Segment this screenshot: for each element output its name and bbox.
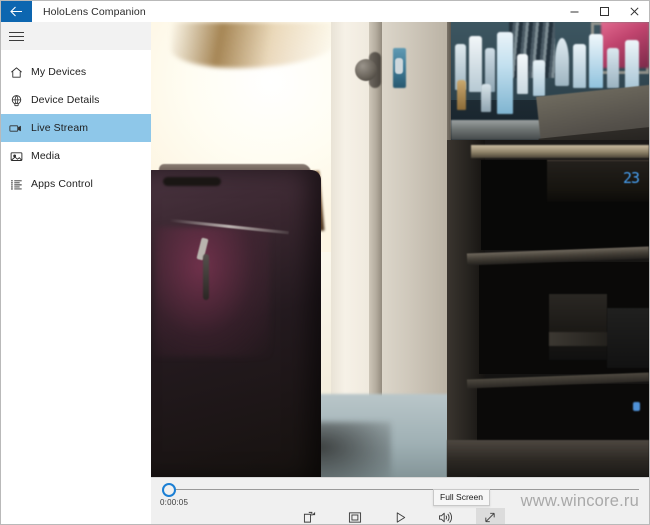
video-suitcase-sheen (155, 227, 270, 357)
video-door-latch-tab (395, 58, 403, 74)
video-cabinet-lip (471, 145, 649, 158)
seek-thumb[interactable] (162, 483, 176, 497)
back-button[interactable] (1, 1, 32, 22)
cast-button[interactable] (296, 508, 325, 524)
video-bottle (533, 60, 545, 96)
sidebar-item-live-stream[interactable]: Live Stream (1, 114, 151, 142)
minimize-button[interactable] (559, 1, 589, 22)
hamburger-menu-button[interactable] (1, 22, 151, 50)
fullscreen-icon (483, 511, 497, 524)
volume-icon (438, 511, 453, 524)
video-bottle (555, 38, 569, 86)
play-icon (394, 511, 407, 524)
device-info-icon (1, 94, 31, 107)
list-icon (1, 178, 31, 191)
sidebar-spacer (1, 50, 151, 58)
elapsed-time: 0:00:05 (160, 498, 189, 507)
maximize-button[interactable] (589, 1, 619, 22)
back-arrow-icon (10, 6, 23, 17)
cast-icon (303, 511, 317, 524)
sidebar-item-apps-control[interactable]: Apps Control (1, 170, 151, 198)
video-secondary-device (607, 308, 649, 368)
close-button[interactable] (619, 1, 649, 22)
watermark-text: www.wincore.ru (520, 492, 639, 510)
home-icon (1, 66, 31, 79)
volume-button[interactable] (431, 508, 460, 524)
fullscreen-tooltip: Full Screen (433, 489, 490, 506)
video-door-knob (355, 59, 377, 81)
video-bottle (469, 36, 482, 92)
video-bottle (589, 34, 603, 88)
video-suitcase-handle (163, 177, 221, 186)
video-device-led (633, 402, 640, 411)
navigation-sidebar: My Devices Device Details Live Stream Me… (1, 22, 151, 524)
title-bar: HoloLens Companion (1, 1, 649, 22)
fullscreen-button[interactable] (475, 508, 505, 524)
hamburger-icon (9, 31, 24, 41)
live-stream-video[interactable]: 23 (151, 22, 649, 477)
video-camera-icon (1, 122, 31, 135)
video-bottle (481, 84, 491, 112)
hololens-companion-window: HoloLens Companion My Devices Device Det… (0, 0, 650, 525)
sidebar-item-label: Live Stream (31, 122, 89, 134)
video-clock-display: 23 (623, 169, 640, 187)
sidebar-item-label: My Devices (31, 66, 87, 78)
sidebar-item-label: Apps Control (31, 178, 93, 190)
video-bottle (517, 54, 528, 94)
window-title: HoloLens Companion (43, 5, 146, 18)
video-striped-curtain (509, 22, 555, 78)
video-bottle (573, 44, 586, 88)
video-bottom-drawer (447, 440, 649, 477)
sidebar-item-my-devices[interactable]: My Devices (1, 58, 151, 86)
player-control-bar: 0:00:05 Full Screen www.wincore.ru (151, 477, 649, 524)
video-bottle (497, 32, 513, 114)
video-suitcase-strap (203, 254, 209, 300)
photo-icon (1, 150, 31, 163)
seek-track[interactable] (169, 489, 639, 490)
video-bottle (457, 80, 466, 110)
video-console-device (549, 294, 607, 360)
play-button[interactable] (386, 508, 415, 524)
video-bottle (607, 48, 619, 88)
sidebar-item-media[interactable]: Media (1, 142, 151, 170)
mini-view-icon (348, 511, 362, 524)
sidebar-item-label: Device Details (31, 94, 100, 106)
video-bottle (625, 40, 639, 90)
sidebar-item-device-details[interactable]: Device Details (1, 86, 151, 114)
mini-view-button[interactable] (341, 508, 370, 524)
sidebar-item-label: Media (31, 150, 61, 162)
video-console-tray (549, 332, 615, 346)
window-controls (559, 1, 649, 22)
